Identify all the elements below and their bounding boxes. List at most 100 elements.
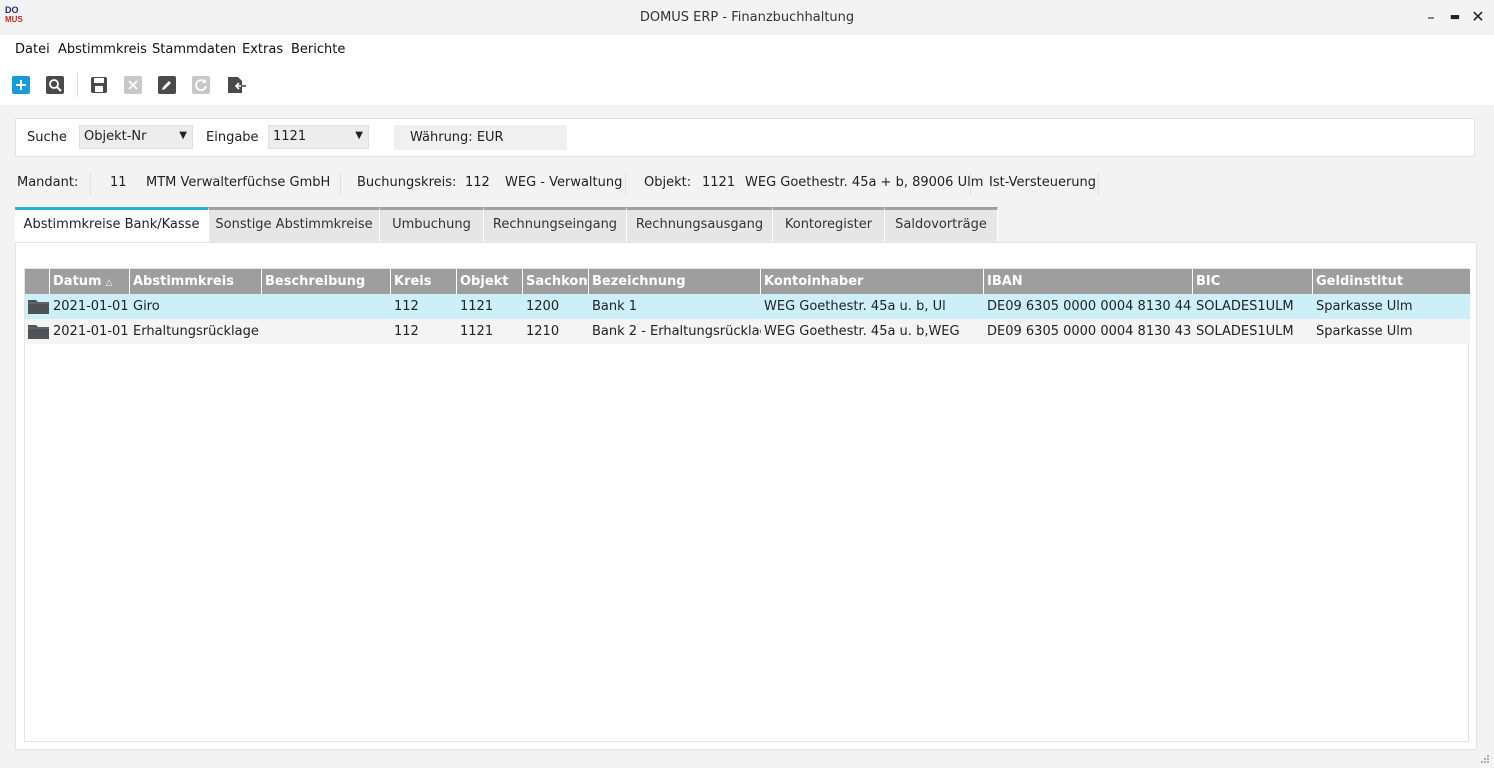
search-field-value: Objekt-Nr	[84, 129, 147, 144]
tab-abstimmkreise-bank-kasse[interactable]: Abstimmkreise Bank/Kasse	[15, 207, 209, 242]
search-field-select[interactable]: Objekt-Nr ▼	[79, 125, 193, 149]
cell-kontoinhaber: WEG Goethestr. 45a u. b,WEG	[764, 324, 960, 339]
currency-label: Währung: EUR	[410, 130, 504, 145]
objekt-nr: 1121	[702, 175, 736, 190]
objekt-name: WEG Goethestr. 45a + b, 89006 Ulm	[745, 175, 984, 190]
buchungskreis-nr: 112	[465, 175, 490, 190]
maximize-button[interactable]: ▬	[1444, 6, 1466, 28]
close-button[interactable]: ✕	[1467, 6, 1489, 28]
divider	[1098, 173, 1099, 195]
edit-button[interactable]	[158, 76, 176, 94]
menu-berichte[interactable]: Berichte	[291, 42, 345, 57]
objekt-label: Objekt:	[644, 175, 692, 190]
cell-sachkonto: 1210	[526, 324, 560, 339]
divider	[970, 173, 971, 195]
cell-bezeichnung: Bank 1	[592, 299, 638, 314]
cell-beschreibung	[262, 319, 391, 344]
column-header-bic[interactable]: BIC	[1193, 269, 1313, 294]
cell-bic: SOLADES1ULM	[1196, 324, 1294, 339]
column-header-datum[interactable]: Datum △	[50, 269, 130, 294]
add-button[interactable]	[12, 76, 30, 94]
cancel-icon	[124, 76, 142, 94]
cell-iban: DE09 6305 0000 0004 8130 43	[987, 324, 1192, 339]
edit-icon	[158, 76, 176, 94]
column-header-label: Datum	[53, 274, 102, 289]
search-label: Suche	[27, 130, 67, 145]
resize-grip-icon[interactable]	[1480, 754, 1490, 764]
divider	[625, 173, 626, 195]
cell-abstimmkreis: Giro	[133, 299, 160, 314]
cell-geldinstitut: Sparkasse Ulm	[1316, 299, 1413, 314]
menu-datei[interactable]: Datei	[15, 42, 50, 57]
exit-icon	[228, 77, 246, 93]
refresh-button[interactable]	[192, 76, 210, 94]
menu-bar: Datei Abstimmkreis Stammdaten Extras Ber…	[0, 35, 1494, 65]
column-header-iban[interactable]: IBAN	[984, 269, 1193, 294]
tab-sonstige-abstimmkreise[interactable]: Sonstige Abstimmkreise	[209, 207, 380, 242]
versteuerung-label: Ist-Versteuerung	[989, 175, 1097, 190]
mandant-label: Mandant:	[17, 175, 79, 190]
cell-beschreibung	[262, 294, 391, 319]
tab-rechnungsausgang[interactable]: Rechnungsausgang	[627, 207, 773, 242]
cell-bezeichnung: Bank 2 - Erhaltungsrücklag	[592, 324, 761, 339]
cell-objekt: 1121	[460, 299, 494, 314]
title-bar: DO MUS DOMUS ERP - Finanzbuchhaltung – ▬…	[0, 0, 1494, 35]
column-header-geldinstitut[interactable]: Geldinstitut	[1313, 269, 1470, 294]
search-button[interactable]	[46, 76, 64, 94]
tab-content-panel: Datum △ Abstimmkreis Beschreibung Kreis O…	[15, 242, 1477, 750]
mandant-name: MTM Verwalterfüchse GmbH	[146, 175, 331, 190]
menu-stammdaten[interactable]: Stammdaten	[152, 42, 236, 57]
tab-umbuchung[interactable]: Umbuchung	[380, 207, 484, 242]
menu-extras[interactable]: Extras	[242, 42, 283, 57]
cell-datum: 2021-01-01	[53, 299, 129, 314]
save-icon	[91, 77, 107, 93]
buchungskreis-label: Buchungskreis:	[357, 175, 457, 190]
search-icon	[46, 76, 64, 94]
cell-kontoinhaber: WEG Goethestr. 45a u. b, Ul	[764, 299, 946, 314]
column-header-kontoinhaber[interactable]: Kontoinhaber	[761, 269, 984, 294]
menu-abstimmkreis[interactable]: Abstimmkreis	[58, 42, 147, 57]
abstimmkreis-grid: Datum △ Abstimmkreis Beschreibung Kreis O…	[24, 268, 1470, 742]
save-button[interactable]	[90, 76, 108, 94]
column-header-kreis[interactable]: Kreis	[391, 269, 457, 294]
column-header-objekt[interactable]: Objekt	[457, 269, 523, 294]
buchungskreis-name: WEG - Verwaltung	[505, 175, 623, 190]
exit-button[interactable]	[227, 76, 246, 94]
column-header-bezeichnung[interactable]: Bezeichnung	[589, 269, 761, 294]
cancel-button[interactable]	[124, 76, 142, 94]
chevron-down-icon: ▼	[355, 130, 363, 141]
input-label: Eingabe	[206, 130, 259, 145]
cell-abstimmkreis: Erhaltungsrücklage	[133, 324, 259, 339]
cell-kreis: 112	[394, 324, 419, 339]
tab-saldovortraege[interactable]: Saldovorträge	[885, 207, 998, 242]
folder-icon	[28, 300, 49, 314]
column-header-beschreibung[interactable]: Beschreibung	[262, 269, 391, 294]
column-header-abstimmkreis[interactable]: Abstimmkreis	[130, 269, 262, 294]
add-icon	[12, 76, 30, 94]
toolbar-separator	[77, 73, 78, 97]
cell-objekt: 1121	[460, 324, 494, 339]
cell-bic: SOLADES1ULM	[1196, 299, 1294, 314]
table-row[interactable]: 2021-01-01 Giro 112 1121 1200 Bank 1 WEG…	[25, 294, 1470, 319]
cell-datum: 2021-01-01	[53, 324, 129, 339]
chevron-down-icon: ▼	[179, 130, 187, 141]
sort-ascending-icon: △	[105, 278, 113, 288]
tab-kontoregister[interactable]: Kontoregister	[773, 207, 885, 242]
refresh-icon	[192, 76, 210, 94]
grid-header: Datum △ Abstimmkreis Beschreibung Kreis O…	[25, 269, 1470, 294]
currency-field: Währung: EUR	[394, 125, 567, 150]
divider	[340, 173, 341, 195]
cell-kreis: 112	[394, 299, 419, 314]
tab-rechnungseingang[interactable]: Rechnungseingang	[484, 207, 627, 242]
window-title: DOMUS ERP - Finanzbuchhaltung	[639, 10, 855, 25]
column-header-select[interactable]	[25, 269, 50, 294]
table-row[interactable]: 2021-01-01 Erhaltungsrücklage 112 1121 1…	[25, 319, 1470, 344]
cell-geldinstitut: Sparkasse Ulm	[1316, 324, 1413, 339]
search-input-select[interactable]: 1121 ▼	[268, 125, 369, 149]
search-input-value: 1121	[273, 129, 307, 144]
mandant-nr: 11	[110, 175, 127, 190]
minimize-button[interactable]: –	[1420, 6, 1442, 28]
cell-sachkonto: 1200	[526, 299, 560, 314]
cell-iban: DE09 6305 0000 0004 8130 44	[987, 299, 1192, 314]
column-header-sachkonto[interactable]: Sachkon	[523, 269, 589, 294]
